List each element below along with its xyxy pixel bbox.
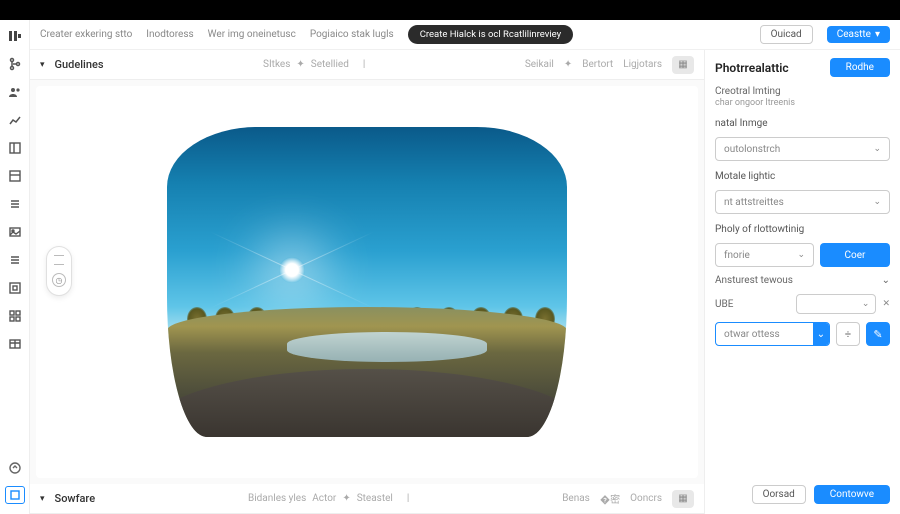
grid-icon[interactable] — [7, 308, 23, 324]
field-natal-value: outolonstrch — [724, 144, 780, 155]
caret-icon[interactable]: ▾ — [40, 60, 45, 70]
create-button[interactable]: Ceastte ▾ — [827, 26, 890, 43]
ube-small-select[interactable]: ⌄ — [796, 294, 876, 314]
view-mode-icon[interactable] — [5, 486, 25, 504]
chevron-down-icon: ⌄ — [797, 250, 805, 260]
plus-icon: ✦ — [296, 59, 304, 70]
chevron-down-icon: ⌄ — [873, 197, 881, 207]
canvas-area[interactable]: ◷ — [36, 86, 698, 478]
chevron-down-icon: ▾ — [875, 29, 880, 40]
tab-2[interactable]: Wer img oneinetusc — [208, 29, 296, 40]
mid-label-0[interactable]: SItkes — [263, 59, 290, 70]
right-label-1[interactable]: Bertort — [582, 59, 613, 70]
tab-0[interactable]: Creater exkering stto — [40, 29, 132, 40]
mid-label-0[interactable]: Bidanles yles — [248, 493, 306, 504]
chevron-down-icon[interactable]: ⌄ — [882, 275, 890, 286]
floating-toolbar: ◷ — [46, 246, 72, 296]
tab-1[interactable]: Inodtoress — [146, 29, 193, 40]
chevron-down-icon: ⌄ — [873, 144, 881, 154]
chevron-down-icon: ⌄ — [813, 323, 829, 345]
image-preview — [167, 127, 567, 437]
chart-icon[interactable] — [7, 112, 23, 128]
cancel-button[interactable]: Oorsad — [752, 485, 806, 504]
right-label-0[interactable]: Seikail — [525, 59, 554, 70]
active-pill[interactable]: Create Hialck is ocl Rcatlilinreviey — [408, 25, 573, 44]
plus-icon: ✦ — [564, 59, 572, 70]
left-rail — [0, 20, 30, 514]
ube-main-select[interactable]: otwar ottess ⌄ — [715, 322, 830, 346]
content-row: ▾ Gudelines SItkes ✦ Setellied | Seikail… — [30, 50, 900, 514]
list-icon[interactable] — [7, 196, 23, 212]
tool-clock-icon[interactable]: ◷ — [52, 273, 66, 287]
create-button-label: Ceastte — [837, 29, 871, 40]
guidelines-header: ▾ Gudelines SItkes ✦ Setellied | Seikail… — [30, 50, 704, 80]
layout-icon[interactable] — [7, 140, 23, 156]
mid-label-2[interactable]: Steastel — [357, 493, 393, 504]
outline-button[interactable]: Ouicad — [760, 25, 813, 44]
link-icon: �密 — [600, 491, 620, 506]
ube-main-value: otwar ottess — [724, 329, 780, 340]
list2-icon[interactable] — [7, 252, 23, 268]
panel-subtitle2: char ongoor ltreenis — [715, 98, 890, 108]
box-icon[interactable] — [7, 280, 23, 296]
right-label-0[interactable]: Benas — [562, 493, 590, 504]
panel-icon[interactable] — [7, 168, 23, 184]
panel-action-button[interactable]: Rodhe — [830, 58, 890, 77]
field-natal-label: natal Inmge — [715, 118, 890, 129]
field-motale-label: Motale lightic — [715, 171, 890, 182]
plus-icon: ✦ — [342, 493, 350, 504]
close-icon[interactable]: ✕ — [882, 299, 890, 309]
field-pholy-select[interactable]: fnorie ⌄ — [715, 243, 814, 267]
field-pholy-label: Pholy of rlottowtinig — [715, 224, 890, 235]
branch-icon[interactable] — [7, 56, 23, 72]
properties-panel: Photrrealattic Rodhe Creotral lmting cha… — [704, 50, 900, 514]
center-column: ▾ Gudelines SItkes ✦ Setellied | Seikail… — [30, 50, 704, 514]
main-column: Creater exkering stto Inodtoress Wer img… — [30, 20, 900, 514]
topbar: Creater exkering stto Inodtoress Wer img… — [30, 20, 900, 50]
app-root: Creater exkering stto Inodtoress Wer img… — [0, 20, 900, 514]
right-label-2[interactable]: Ligjotars — [623, 59, 662, 70]
table-icon[interactable] — [7, 336, 23, 352]
caret-icon[interactable]: ▾ — [40, 494, 45, 504]
tool-divider — [54, 264, 64, 265]
collapse-icon[interactable] — [7, 460, 23, 476]
field-ube-label: UBE — [715, 299, 733, 310]
field-pholy-value: fnorie — [724, 250, 750, 261]
software-header: ▾ Sowfare Bidanles yles Actor ✦ Steastel… — [30, 484, 704, 514]
section-action-icon[interactable]: ▦ — [672, 490, 694, 508]
field-natal-select[interactable]: outolonstrch ⌄ — [715, 137, 890, 161]
panel-subtitle: Creotral lmting — [715, 85, 890, 98]
logo-icon[interactable] — [7, 28, 23, 44]
edit-button[interactable]: ✎ — [866, 322, 890, 346]
tool-divider — [54, 255, 64, 256]
tab-3[interactable]: Pogiaico stak lugls — [310, 29, 394, 40]
guidelines-title: Gudelines — [55, 58, 104, 71]
right-label-1[interactable]: Ooncrs — [630, 493, 662, 504]
divide-button[interactable]: ÷ — [836, 322, 860, 346]
field-ansturest-label: Ansturest tewous — [715, 275, 793, 286]
confirm-button[interactable]: Contowve — [814, 485, 890, 504]
field-motale-value: nt attstreittes — [724, 197, 784, 208]
mid-label-1[interactable]: Actor — [312, 493, 336, 504]
field-motale-select[interactable]: nt attstreittes ⌄ — [715, 190, 890, 214]
image-icon[interactable] — [7, 224, 23, 240]
pholy-button[interactable]: Coer — [820, 243, 890, 267]
panel-title: Photrrealattic — [715, 61, 789, 75]
mid-label-1[interactable]: Setellied — [311, 59, 349, 70]
people-icon[interactable] — [7, 84, 23, 100]
section-action-icon[interactable]: ▦ — [672, 56, 694, 74]
software-title: Sowfare — [55, 492, 96, 505]
